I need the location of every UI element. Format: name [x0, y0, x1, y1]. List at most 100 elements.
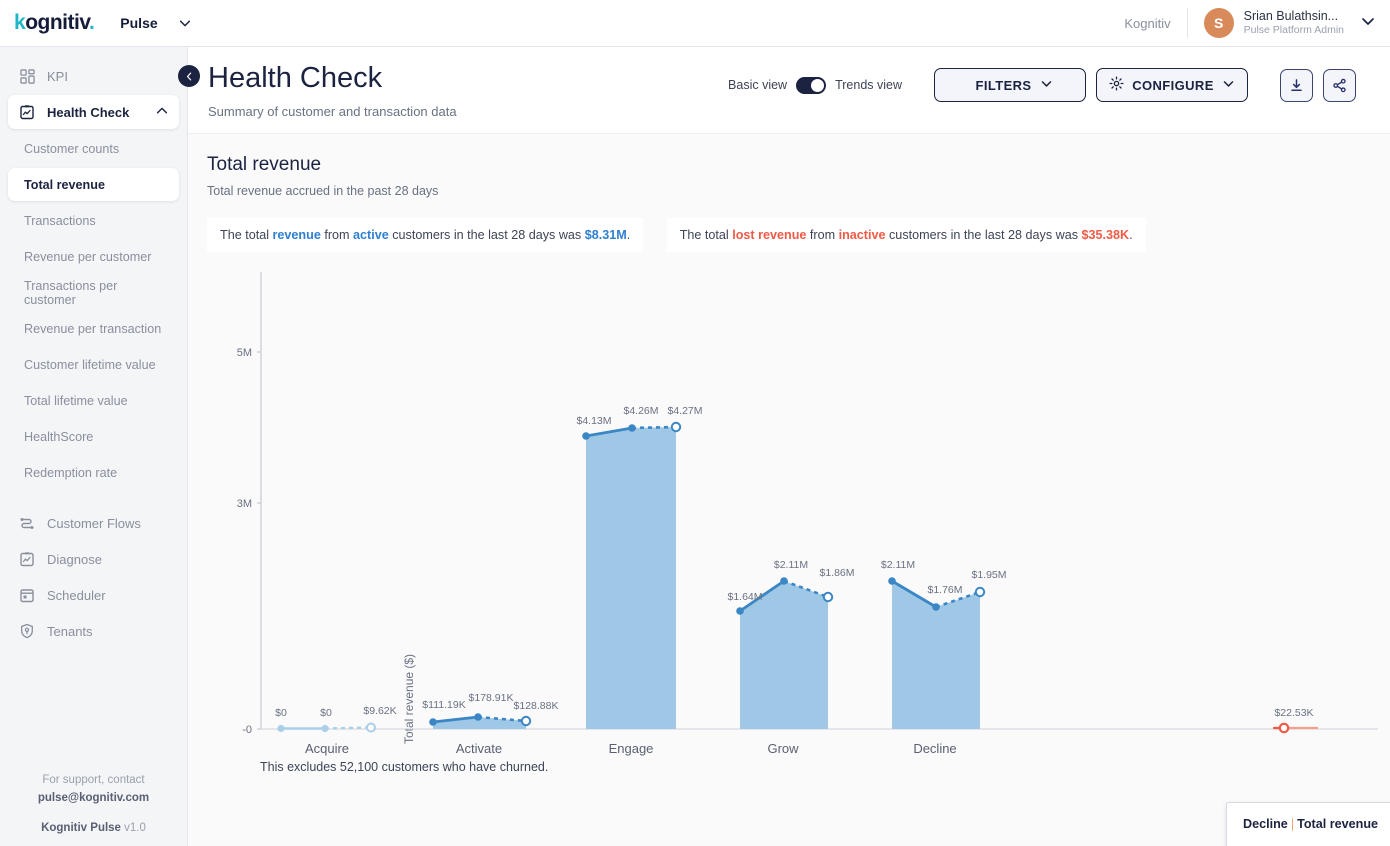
acquire-point-previous [277, 725, 285, 733]
note-text-3: customers in the last 28 days was [885, 228, 1082, 242]
note-text-3: customers in the last 28 days was [388, 228, 585, 242]
sidebar-item-redemption-rate[interactable]: Redemption rate [8, 456, 179, 489]
share-button[interactable] [1323, 68, 1356, 102]
chart-tooltip: Decline|Total revenue Previous 28 days: … [1226, 802, 1390, 846]
clipboard-chart-icon [18, 103, 36, 121]
note-keyword-revenue: revenue [272, 228, 321, 242]
sidebar-item-transactions[interactable]: Transactions [8, 204, 179, 237]
configure-button[interactable]: CONFIGURE [1096, 68, 1248, 102]
sidebar-item-total-lifetime-value[interactable]: Total lifetime value [8, 384, 179, 417]
grow-point-current [780, 577, 788, 586]
grow-label-next: $1.86M [819, 567, 854, 579]
sidebar-sub-label: HealthScore [24, 429, 94, 444]
sidebar-item-health-check[interactable]: Health Check [8, 95, 179, 129]
support-line: For support, contact [42, 774, 145, 787]
chart-group-acquire[interactable]: $0 $0 $9.62K Acquire [275, 705, 396, 756]
y-tick-0: -0 [242, 724, 261, 736]
chart-group-engage[interactable]: $4.13M $4.26M $4.27M Engage [576, 405, 702, 756]
x-category-label: Engage [609, 741, 654, 756]
sidebar-sub-label: Total lifetime value [24, 393, 128, 408]
sidebar-sub-label: Customer lifetime value [24, 357, 156, 372]
sidebar-item-tenants[interactable]: Tenants [8, 614, 179, 648]
note-text-4: . [626, 228, 631, 242]
product-name[interactable]: Pulse [120, 15, 157, 31]
main-panel: Health Check Summary of customer and tra… [188, 47, 1390, 846]
clipboard-chart-icon [18, 550, 36, 568]
sidebar-item-customer-flows[interactable]: Customer Flows [8, 506, 179, 540]
sidebar-item-diagnose[interactable]: Diagnose [8, 542, 179, 576]
acquire-label-next: $9.62K [363, 705, 396, 717]
support-email[interactable]: pulse@kognitiv.com [0, 790, 187, 808]
view-mode-toggle[interactable]: Basic view Trends view [728, 76, 902, 94]
sidebar-sub-label: Transactions per customer [24, 278, 118, 307]
engage-label-next: $4.27M [667, 405, 702, 417]
activate-point-current [474, 713, 482, 722]
note-text-2: from [806, 228, 839, 242]
logo-text: kognitiv. [14, 11, 95, 35]
user-menu[interactable]: S Srian Bulathsin... Pulse Platform Admi… [1203, 8, 1376, 38]
chart-svg[interactable]: 5M 3M -0 $0 $0 $9.62K Acquire $111.19K $… [188, 266, 1390, 796]
sidebar-item-revenue-per-transaction[interactable]: Revenue per transaction [8, 312, 179, 345]
y-tick-3m: 3M [237, 498, 261, 510]
header-toolbar: Basic view Trends view FILTERS CONFIGURE [728, 68, 1356, 102]
sidebar-item-total-revenue[interactable]: Total revenue [8, 168, 179, 201]
active-revenue-note: The total revenue from active customers … [207, 218, 644, 253]
download-button[interactable] [1280, 68, 1313, 102]
chevron-down-icon [1040, 77, 1053, 93]
x-category-label: Activate [456, 741, 502, 756]
grow-label-current: $2.11M [774, 559, 808, 571]
logo-dot: . [88, 11, 95, 34]
filters-button[interactable]: FILTERS [934, 68, 1086, 102]
view-toggle-switch[interactable] [796, 76, 827, 94]
user-meta: Srian Bulathsin... Pulse Platform Admin [1244, 9, 1344, 38]
sidebar-item-healthscore[interactable]: HealthScore [8, 420, 179, 453]
note-keyword-active: active [353, 228, 389, 242]
sidebar-item-scheduler[interactable]: Scheduler [8, 578, 179, 612]
page-header: Health Check Summary of customer and tra… [188, 47, 1390, 164]
sidebar-nav: KPI Health Check Customer counts Total r… [0, 47, 187, 650]
chart-group-activate[interactable]: $111.19K $178.91K $128.88K Activate [422, 692, 558, 756]
user-role: Pulse Platform Admin [1243, 24, 1344, 37]
grow-label-previous: $1.64M [727, 591, 762, 603]
app-name: Kognitiv Pulse [41, 822, 121, 834]
acquire-point-current [321, 725, 329, 733]
download-icon [1291, 78, 1302, 91]
content-area: Total revenue Total revenue accrued in t… [188, 133, 1390, 846]
topbar-divider [1186, 8, 1188, 38]
x-category-label: Acquire [305, 741, 349, 756]
sidebar-item-label: KPI [47, 68, 68, 84]
chevron-down-icon[interactable] [1360, 13, 1376, 34]
sidebar-item-customer-lifetime-value[interactable]: Customer lifetime value [8, 348, 179, 381]
sidebar-item-transactions-per-customer[interactable]: Transactions per customer [8, 276, 179, 309]
sidebar-item-kpi[interactable]: KPI [8, 59, 179, 93]
sidebar-item-customer-counts[interactable]: Customer counts [8, 132, 179, 165]
total-revenue-chart: Total revenue ($) 5M 3M -0 $0 $0 $9.62K … [188, 266, 1390, 796]
x-category-label: Decline [913, 741, 956, 756]
chart-group-grow[interactable]: $1.64M $2.11M $1.86M Grow [727, 559, 854, 756]
chevron-up-icon[interactable] [155, 104, 169, 121]
y-tick-label: 5M [237, 347, 252, 359]
sidebar-item-revenue-per-customer[interactable]: Revenue per customer [8, 240, 179, 273]
y-tick-label: -0 [242, 724, 252, 736]
decline-label-previous: $2.11M [881, 559, 915, 571]
engage-point-next [670, 422, 682, 433]
engage-bar [586, 427, 676, 730]
engage-point-current [628, 424, 636, 433]
sidebar-sub-label: Total revenue [24, 177, 105, 192]
sidebar-item-label: Tenants [47, 623, 93, 639]
y-tick-label: 3M [237, 498, 252, 510]
logo-rest: ognitiv [25, 11, 89, 34]
chart-group-decline[interactable]: $2.11M $1.76M $1.95M Decline [881, 559, 1007, 756]
sidebar-item-label: Health Check [47, 104, 130, 120]
sidebar-collapse-button[interactable] [178, 65, 200, 87]
tooltip-metric: Total revenue [1297, 817, 1379, 831]
chevron-down-icon[interactable] [178, 16, 192, 30]
chart-group-churn[interactable]: $22.53K [1272, 707, 1318, 734]
app-root: kognitiv. Pulse Kognitiv S Srian Bulaths… [0, 0, 1390, 846]
decline-point-previous [888, 577, 896, 586]
calendar-icon [18, 586, 36, 604]
section-title: Total revenue [207, 154, 322, 175]
tenant-name: Kognitiv [1124, 15, 1171, 31]
gear-icon [1109, 76, 1124, 94]
brand-logo[interactable]: kognitiv. [14, 11, 95, 35]
